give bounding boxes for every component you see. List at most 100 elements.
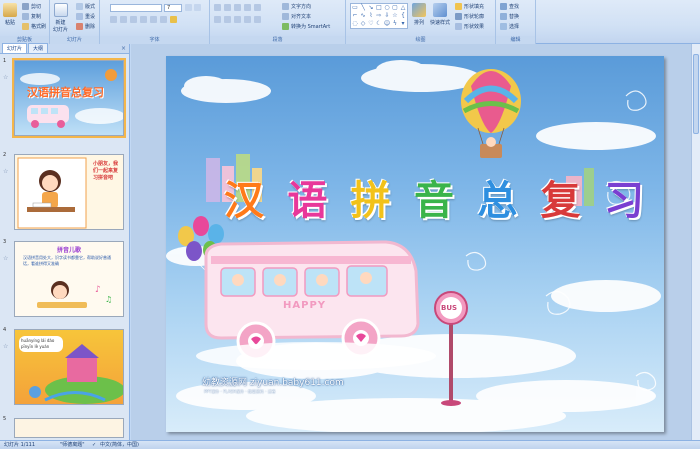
close-pane-icon[interactable]: × (121, 45, 126, 53)
slide-count: 幻灯片 1/111 (4, 442, 35, 448)
title-char: 习 (603, 178, 644, 224)
title-char: 音 (413, 178, 454, 224)
down-arrow-shape-icon[interactable]: ⇩ (383, 12, 391, 20)
delete-slide-button[interactable]: 删除 (76, 23, 95, 30)
new-slide-icon (53, 3, 68, 17)
cursor-icon (500, 23, 507, 30)
tab-slides[interactable]: 幻灯片 (2, 43, 28, 53)
text-direction-button[interactable]: 文字方向 (282, 3, 311, 10)
copy-button[interactable]: 复制 (22, 13, 41, 20)
ribbon: 粘贴 剪切 复制 格式刷 剪贴板 新建 幻灯片 版式 重设 删除 幻灯片 7 字… (0, 0, 700, 44)
animation-star-icon: ☆ (3, 343, 9, 350)
rect-shape-icon[interactable]: □ (375, 4, 383, 12)
list-buttons[interactable] (214, 4, 261, 11)
oval-shape-icon[interactable]: ○ (383, 4, 391, 12)
smiley-shape-icon[interactable]: ☺ (383, 20, 391, 28)
reset-icon (76, 13, 83, 20)
scroll-thumb[interactable] (693, 54, 699, 134)
font-size-combo[interactable]: 7 (164, 4, 182, 12)
quick-styles-icon (433, 3, 447, 17)
arrange-button[interactable]: 排列 (412, 3, 426, 26)
star-shape-icon[interactable]: ☆ (391, 12, 399, 20)
italic-icon (120, 16, 127, 23)
replace-button[interactable]: 替换 (500, 13, 519, 20)
tab-outline[interactable]: 大纲 (28, 43, 49, 53)
bus-stop-label: BUS (441, 304, 458, 312)
vertical-scrollbar[interactable] (691, 44, 700, 440)
slide-thumb-2[interactable]: 2 ☆ 小朋友，我们一起来复习拼音吧 (0, 152, 128, 232)
paragraph-group: 文字方向 对齐文本 转换为 SmartArt 段落 (210, 0, 346, 44)
thumb-heading: 小朋友，我们一起来复习拼音吧 (93, 161, 119, 181)
font-label: 字体 (100, 36, 209, 44)
spellcheck-icon[interactable]: ✓ (92, 441, 96, 449)
title-char: 复 (540, 178, 581, 224)
textbox-shape-icon[interactable]: ▭ (351, 4, 359, 12)
pane-tabs: 幻灯片 大纲 × (0, 43, 129, 54)
language-indicator: 中文(简体，中国) (100, 442, 139, 448)
slide-title: 汉 语 拼 音 总 复 习 (224, 168, 644, 226)
slide-thumb-5[interactable]: 5 (0, 416, 128, 438)
align-buttons[interactable] (214, 16, 261, 23)
lightning-shape-icon[interactable]: ϟ (391, 20, 399, 28)
slide-thumb-4[interactable]: 4 ☆ huānyíng lái dào pīnyīn lè yuán (0, 327, 128, 407)
strikethrough-icon (140, 16, 147, 23)
effects-icon (455, 23, 462, 30)
reset-button[interactable]: 重设 (76, 13, 95, 20)
callout-shape-icon[interactable]: ◌ (351, 20, 359, 28)
align-left-icon (214, 16, 221, 23)
format-painter-button[interactable]: 格式刷 (22, 23, 46, 30)
brace-shape-icon[interactable]: { (399, 12, 407, 20)
smartart-button[interactable]: 转换为 SmartArt (282, 23, 330, 30)
right-arrow-shape-icon[interactable]: ⇨ (375, 12, 383, 20)
shape-fill-button[interactable]: 形状填充 (455, 3, 484, 10)
columns-icon (254, 16, 261, 23)
svg-text:♫: ♫ (105, 295, 112, 304)
title-char: 语 (287, 178, 328, 224)
shape-outline-button[interactable]: 形状轮廓 (455, 13, 484, 20)
drawing-label: 绘图 (346, 36, 495, 44)
grow-font-button[interactable] (185, 4, 201, 11)
triangle-shape-icon[interactable]: △ (399, 4, 407, 12)
paste-icon (3, 3, 17, 17)
shape-effects-button[interactable]: 形状效果 (455, 23, 484, 30)
line-shape-icon[interactable]: ╲ (359, 4, 367, 12)
brush-icon (22, 23, 29, 30)
curve-shape-icon[interactable]: ∿ (359, 12, 367, 20)
new-slide-button[interactable]: 新建 幻灯片 (53, 3, 68, 33)
thumb-preview: huānyíng lái dào pīnyīn lè yuán (14, 329, 124, 405)
justify-icon (244, 16, 251, 23)
heart-shape-icon[interactable]: ♡ (367, 20, 375, 28)
copy-icon (22, 13, 29, 20)
quick-styles-button[interactable]: 快速样式 (430, 3, 450, 26)
freeform-shape-icon[interactable]: ⌇ (367, 12, 375, 20)
elbow-shape-icon[interactable]: ⌐ (351, 12, 359, 20)
thumb-title: 汉语拼音总复习 (27, 86, 104, 99)
shadow-icon (150, 16, 157, 23)
thumb-preview: 小朋友，我们一起来复习拼音吧 (14, 154, 124, 230)
arrow-shape-icon[interactable]: ↘ (367, 4, 375, 12)
slide-canvas[interactable]: 汉 语 拼 音 总 复 习 HAPPY BUS 幼教资源网 ziyuan.bab… (166, 56, 664, 432)
thumb-preview: 拼音儿歌 汉语拼音用处大，识字读书都靠它，帮助说好普通话，看谁拼得又准确 ♪ ♫ (14, 241, 124, 317)
font-format-row[interactable] (110, 16, 177, 23)
slide-editor: 汉 语 拼 音 总 复 习 HAPPY BUS 幼教资源网 ziyuan.bab… (131, 44, 700, 440)
cut-button[interactable]: 剪切 (22, 3, 41, 10)
diamond-shape-icon[interactable]: ◇ (359, 20, 367, 28)
align-right-icon (234, 16, 241, 23)
select-button[interactable]: 选择 (500, 23, 519, 30)
rounded-rect-shape-icon[interactable]: ▢ (391, 4, 399, 12)
slide-thumb-1[interactable]: 1 ☆ 汉语拼音总复习 (0, 58, 128, 138)
font-name-combo[interactable] (110, 4, 162, 12)
moon-shape-icon[interactable]: ☾ (375, 20, 383, 28)
slide-thumb-3[interactable]: 3 ☆ 拼音儿歌 汉语拼音用处大，识字读书都靠它，帮助说好普通话，看谁拼得又准确… (0, 239, 128, 319)
numbering-icon (224, 4, 231, 11)
align-text-button[interactable]: 对齐文本 (282, 13, 311, 20)
shapes-gallery[interactable]: ▭ ╲ ↘ □ ○ ▢ △ ⌐ ∿ ⌇ ⇨ ⇩ ☆{ ◌ ◇ ♡ ☾ ☺ ϟ ▾ (350, 3, 408, 29)
more-shapes-icon[interactable]: ▾ (399, 20, 407, 28)
theme-name: "师德离题" (60, 442, 85, 448)
text-direction-icon (282, 3, 289, 10)
layout-icon (76, 3, 83, 10)
font-color-icon (170, 16, 177, 23)
find-button[interactable]: 查找 (500, 3, 519, 10)
paste-button[interactable]: 粘贴 (3, 3, 17, 26)
layout-button[interactable]: 版式 (76, 3, 95, 10)
